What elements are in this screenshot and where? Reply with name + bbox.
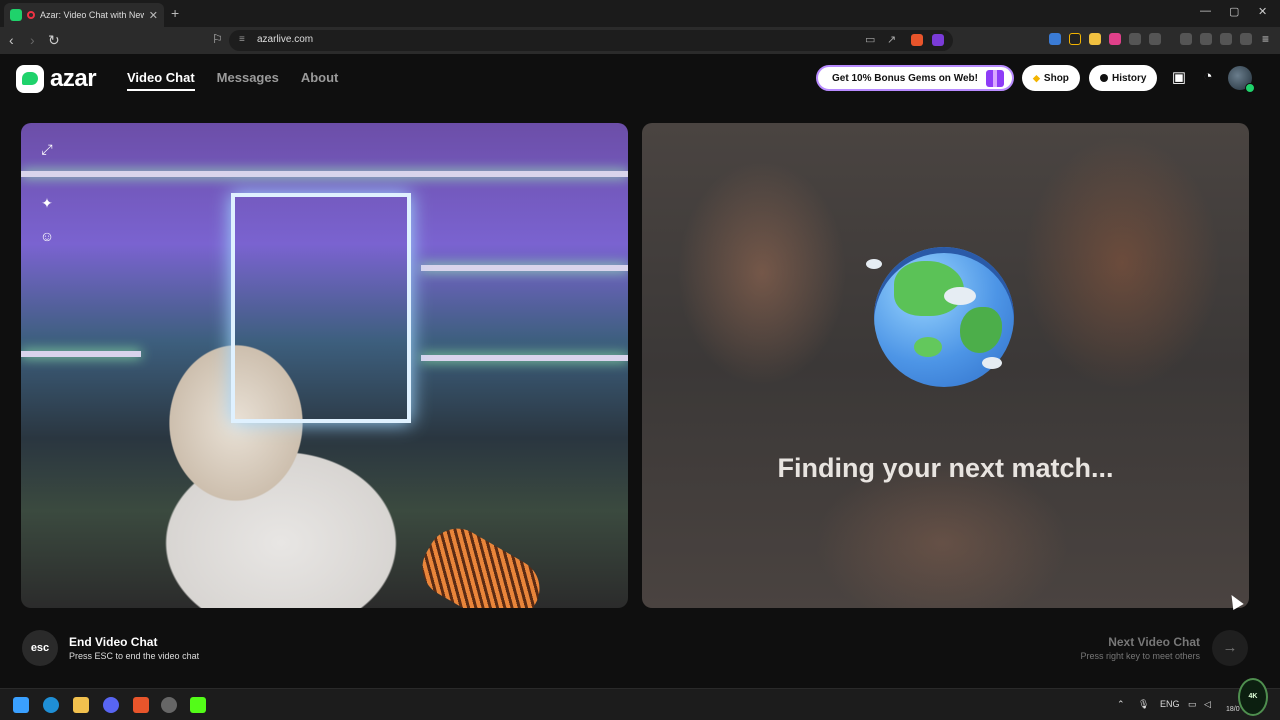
gem-icon: ◆ xyxy=(1033,72,1040,83)
leo-ai-icon[interactable] xyxy=(1220,33,1232,45)
network-icon[interactable]: ▭ xyxy=(1188,699,1197,710)
fullscreen-icon[interactable]: ⤢ xyxy=(37,141,57,161)
neon-frame xyxy=(231,193,411,423)
bonus-gems-promo-button[interactable]: Get 10% Bonus Gems on Web! xyxy=(816,65,1014,91)
finding-match-text: Finding your next match... xyxy=(777,453,1114,483)
self-video: ⤢ ✦ ☺ xyxy=(21,123,628,608)
microphone xyxy=(411,517,551,608)
end-chat-hint: Press ESC to end the video chat xyxy=(69,651,200,661)
minimize-button[interactable]: — xyxy=(1200,5,1211,17)
brave-rewards-icon[interactable] xyxy=(932,34,944,46)
end-chat-button[interactable]: esc xyxy=(22,630,58,666)
restore-button[interactable]: ▢ xyxy=(1229,5,1239,18)
end-chat-title[interactable]: End Video Chat xyxy=(69,635,157,649)
channel-watermark: 4K xyxy=(1238,678,1268,716)
new-tab-button[interactable]: + xyxy=(171,5,179,21)
kick-icon[interactable] xyxy=(190,697,206,713)
extension-icon-4[interactable] xyxy=(1109,33,1121,45)
promo-label: Get 10% Bonus Gems on Web! xyxy=(832,72,978,84)
nav-messages[interactable]: Messages xyxy=(217,70,279,91)
address-bar[interactable]: ≡ azarlive.com ▭ ↗ xyxy=(229,30,953,51)
bookmark-icon[interactable]: ⚐ xyxy=(212,32,223,46)
sidebar-icon[interactable] xyxy=(1180,33,1192,45)
start-icon[interactable] xyxy=(13,697,29,713)
shelf xyxy=(421,355,628,361)
tab-close-icon[interactable]: ✕ xyxy=(149,9,158,22)
next-chat-button[interactable]: → xyxy=(1212,630,1248,666)
brave-icon[interactable] xyxy=(133,697,149,713)
extension-icon-5[interactable] xyxy=(1149,33,1161,45)
clock-date[interactable]: 18/0 xyxy=(1226,706,1240,713)
microphone-icon[interactable]: 🎙 xyxy=(1138,699,1149,710)
back-icon[interactable]: ‹ xyxy=(9,32,14,48)
browser-tab[interactable]: Azar: Video Chat with New Pe ✕ xyxy=(4,3,164,27)
face-filter-icon[interactable]: ☺ xyxy=(37,228,57,248)
file-explorer-icon[interactable] xyxy=(73,697,89,713)
tray-chevron-icon[interactable]: ⌃ xyxy=(1117,699,1125,710)
inbox-icon[interactable]: ▣ xyxy=(1169,68,1189,88)
windows-taskbar: ⌃ 🎙 ENG ▭ ◁ 18/0 xyxy=(0,688,1280,720)
recording-icon xyxy=(27,11,35,19)
azar-favicon-icon xyxy=(10,9,22,21)
volume-icon[interactable]: ◁ xyxy=(1204,699,1211,710)
shop-label: Shop xyxy=(1043,72,1069,84)
cast-icon[interactable]: ▭ xyxy=(865,33,875,46)
vpn-icon[interactable] xyxy=(1240,33,1252,45)
language-indicator[interactable]: ENG xyxy=(1160,699,1180,709)
edge-icon[interactable] xyxy=(43,697,59,713)
tab-title: Azar: Video Chat with New Pe xyxy=(40,10,144,20)
brave-shields-icon[interactable] xyxy=(911,34,923,46)
history-button[interactable]: History xyxy=(1089,65,1158,91)
browser-toolbar: ‹ › ↻ ⚐ ≡ azarlive.com ▭ ↗ ≡ xyxy=(0,27,1280,54)
next-chat-hint: Press right key to meet others xyxy=(1080,651,1200,661)
main-nav: Video Chat Messages About xyxy=(127,70,338,91)
nav-about[interactable]: About xyxy=(301,70,339,91)
bell-icon[interactable]: ◔ xyxy=(1198,68,1218,88)
site-info-icon[interactable]: ≡ xyxy=(239,34,245,45)
shelf xyxy=(421,265,628,271)
extension-icon-1[interactable] xyxy=(1049,33,1061,45)
clock-icon xyxy=(1100,74,1108,82)
match-video: Finding your next match... xyxy=(642,123,1249,608)
extensions-puzzle-icon[interactable] xyxy=(1129,33,1141,45)
azar-logo[interactable]: azar xyxy=(16,65,97,93)
azar-app: azar Video Chat Messages About Get 10% B… xyxy=(0,54,1280,688)
browser-tab-strip: Azar: Video Chat with New Pe ✕ + — ▢ ✕ xyxy=(0,0,1280,27)
logo-text: azar xyxy=(50,65,97,92)
url-text[interactable]: azarlive.com xyxy=(257,34,313,45)
shop-button[interactable]: ◆ Shop xyxy=(1022,65,1080,91)
forward-icon[interactable]: › xyxy=(30,32,35,48)
window-close-button[interactable]: ✕ xyxy=(1258,5,1267,18)
wallet-icon[interactable] xyxy=(1200,33,1212,45)
shelf xyxy=(21,351,141,357)
azar-logo-icon xyxy=(16,65,44,93)
share-icon[interactable]: ↗ xyxy=(887,33,896,46)
gift-icon xyxy=(986,70,1004,87)
discord-icon[interactable] xyxy=(103,697,119,713)
menu-icon[interactable]: ≡ xyxy=(1262,32,1269,46)
shelf xyxy=(21,171,628,177)
online-status-icon xyxy=(1245,83,1255,93)
app-icon[interactable] xyxy=(161,697,177,713)
globe-icon xyxy=(866,247,1014,387)
avatar[interactable] xyxy=(1228,66,1255,93)
next-chat-title[interactable]: Next Video Chat xyxy=(1108,635,1200,649)
extension-icon-3[interactable] xyxy=(1089,33,1101,45)
nav-video-chat[interactable]: Video Chat xyxy=(127,70,195,91)
reload-icon[interactable]: ↻ xyxy=(48,32,60,49)
history-label: History xyxy=(1112,72,1147,84)
extension-icon-2[interactable] xyxy=(1069,33,1081,45)
magic-wand-icon[interactable]: ✦ xyxy=(37,195,57,215)
